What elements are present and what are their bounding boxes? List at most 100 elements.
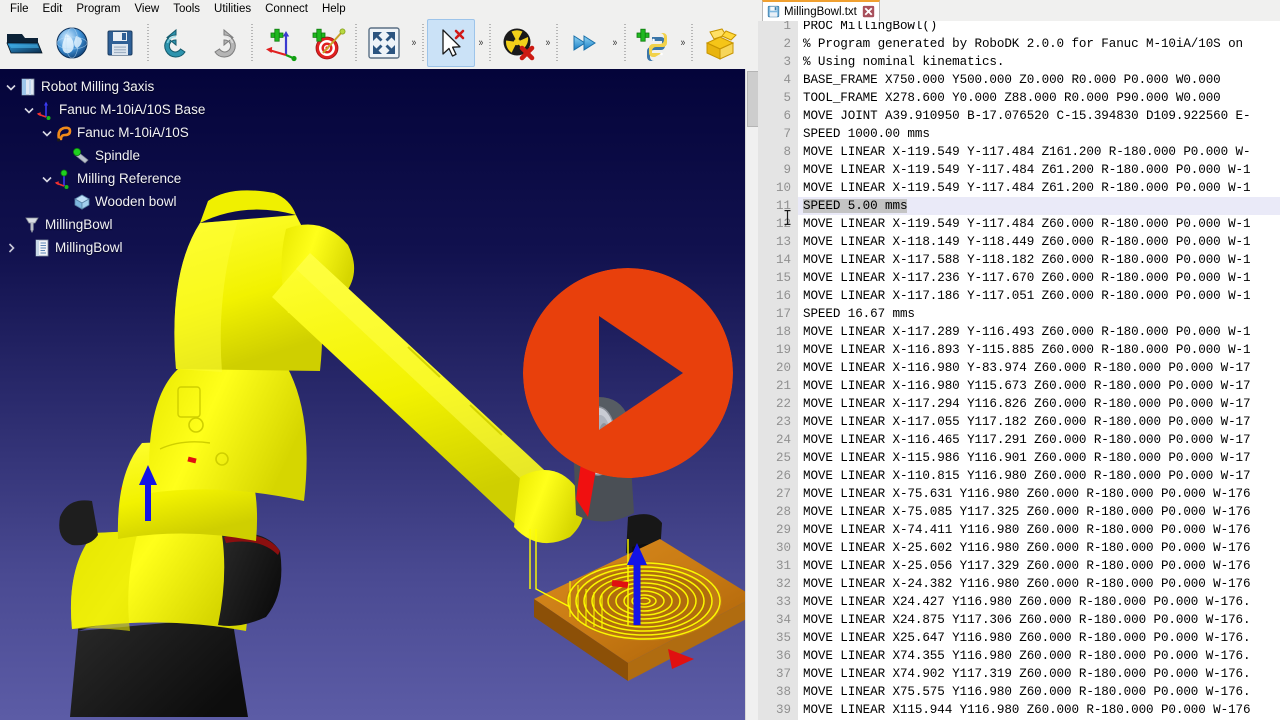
code-editor[interactable]: 1 2 3 4 5 6 7 8 9 10 11 12 13 14 15 16 17 18 19 20 21 22 23 24 2…: [758, 21, 1280, 720]
code-text-area[interactable]: PROC MillingBowl()% Program generated by…: [798, 21, 1280, 720]
toolbar-overflow-2[interactable]: »: [477, 37, 485, 49]
chevron-down-icon[interactable]: [40, 172, 54, 186]
add-target-icon: [312, 28, 346, 60]
code-line[interactable]: MOVE LINEAR X-119.549 Y-117.484 Z60.000 …: [803, 215, 1251, 233]
code-line[interactable]: MOVE LINEAR X-117.186 Y-117.051 Z60.000 …: [803, 287, 1251, 305]
fit-all-button[interactable]: [360, 19, 408, 67]
code-line[interactable]: MOVE LINEAR X75.575 Y116.980 Z60.000 R-1…: [803, 683, 1251, 701]
main-window-pane: File Edit Program View Tools Utilities C…: [0, 0, 761, 720]
code-line[interactable]: MOVE LINEAR X-116.465 Y117.291 Z60.000 R…: [803, 431, 1251, 449]
add-axes-icon: [266, 28, 297, 62]
yellow-package-icon: [705, 28, 737, 60]
editor-tab-millingbowl[interactable]: MillingBowl.txt: [762, 0, 880, 21]
line-number: 2: [783, 37, 791, 51]
code-line[interactable]: MOVE LINEAR X-117.588 Y-118.182 Z60.000 …: [803, 251, 1251, 269]
fit-screen-icon: [368, 27, 400, 59]
open-file-button[interactable]: [0, 19, 48, 67]
menu-file[interactable]: File: [3, 1, 36, 17]
menu-edit[interactable]: Edit: [36, 1, 70, 17]
code-line[interactable]: MOVE LINEAR X-118.149 Y-118.449 Z60.000 …: [803, 233, 1251, 251]
toolbar-overflow-3[interactable]: »: [544, 37, 552, 49]
fast-simulation-button[interactable]: [561, 19, 609, 67]
tree-item-robot-base[interactable]: Fanuc M-10iA/10S Base: [0, 98, 300, 121]
line-number: 9: [783, 163, 791, 177]
code-line[interactable]: MOVE LINEAR X-119.549 Y-117.484 Z61.200 …: [803, 179, 1251, 197]
tree-item-spindle[interactable]: Spindle: [0, 144, 300, 167]
code-line[interactable]: BASE_FRAME X750.000 Y500.000 Z0.000 R0.0…: [803, 71, 1221, 89]
code-line[interactable]: MOVE LINEAR X-75.085 Y117.325 Z60.000 R-…: [803, 503, 1251, 521]
line-number: 5: [783, 91, 791, 105]
code-line[interactable]: MOVE LINEAR X-117.055 Y117.182 Z60.000 R…: [803, 413, 1251, 431]
tree-item-label: Spindle: [95, 148, 141, 163]
code-line[interactable]: MOVE LINEAR X-25.056 Y117.329 Z60.000 R-…: [803, 557, 1251, 575]
menu-utilities[interactable]: Utilities: [207, 1, 258, 17]
code-line[interactable]: MOVE LINEAR X74.902 Y117.319 Z60.000 R-1…: [803, 665, 1251, 683]
menu-program[interactable]: Program: [69, 1, 127, 17]
menu-tools[interactable]: Tools: [166, 1, 207, 17]
code-line[interactable]: MOVE LINEAR X-116.980 Y115.673 Z60.000 R…: [803, 377, 1251, 395]
redo-button[interactable]: [200, 19, 248, 67]
undo-button[interactable]: [152, 19, 200, 67]
code-line[interactable]: PROC MillingBowl(): [803, 21, 937, 35]
code-line[interactable]: MOVE LINEAR X24.875 Y117.306 Z60.000 R-1…: [803, 611, 1251, 629]
code-line[interactable]: MOVE LINEAR X74.355 Y116.980 Z60.000 R-1…: [803, 647, 1251, 665]
toolbar-group-simulation: »: [561, 17, 620, 69]
open-folder-icon: [6, 34, 43, 54]
code-line[interactable]: MOVE LINEAR X-117.289 Y-116.493 Z60.000 …: [803, 323, 1251, 341]
tree-item-millingbowl-machining[interactable]: MillingBowl: [0, 213, 300, 236]
viewport-vertical-scrollbar[interactable]: [745, 69, 760, 720]
code-line[interactable]: MOVE LINEAR X-24.382 Y116.980 Z60.000 R-…: [803, 575, 1251, 593]
toolbar-group-view: »: [360, 17, 419, 69]
add-target-button[interactable]: [304, 19, 352, 67]
toolbar-overflow-5[interactable]: »: [678, 37, 686, 49]
code-line[interactable]: SPEED 5.00 mms: [803, 197, 908, 215]
chevron-right-icon[interactable]: [4, 241, 18, 255]
toolbar-overflow-1[interactable]: »: [409, 37, 417, 49]
code-line[interactable]: MOVE LINEAR X-115.986 Y116.901 Z60.000 R…: [803, 449, 1251, 467]
code-line[interactable]: SPEED 1000.00 mms: [803, 125, 930, 143]
chevron-down-icon[interactable]: [4, 80, 18, 94]
menu-connect[interactable]: Connect: [258, 1, 315, 17]
code-line[interactable]: MOVE LINEAR X-116.980 Y-83.974 Z60.000 R…: [803, 359, 1251, 377]
line-number: 3: [783, 55, 791, 69]
close-icon[interactable]: [862, 5, 875, 18]
code-line[interactable]: MOVE LINEAR X-119.549 Y-117.484 Z61.200 …: [803, 161, 1251, 179]
code-line[interactable]: SPEED 16.67 mms: [803, 305, 915, 323]
tree-item-station[interactable]: Robot Milling 3axis: [0, 75, 300, 98]
package-button[interactable]: [696, 19, 744, 67]
code-line[interactable]: TOOL_FRAME X278.600 Y0.000 Z88.000 R0.00…: [803, 89, 1221, 107]
code-line[interactable]: MOVE LINEAR X-117.294 Y116.826 Z60.000 R…: [803, 395, 1251, 413]
code-line[interactable]: MOVE JOINT A39.910950 B-17.076520 C-15.3…: [803, 107, 1251, 125]
menu-view[interactable]: View: [127, 1, 166, 17]
save-station-button[interactable]: [96, 19, 144, 67]
select-tool-button[interactable]: [427, 19, 476, 67]
line-number: 16: [775, 289, 791, 303]
open-online-library-button[interactable]: [48, 19, 96, 67]
menu-help[interactable]: Help: [315, 1, 353, 17]
tree-item-wooden-bowl[interactable]: Wooden bowl: [0, 190, 300, 213]
code-line[interactable]: MOVE LINEAR X25.647 Y116.980 Z60.000 R-1…: [803, 629, 1251, 647]
main-toolbar: » » » » »: [0, 17, 758, 69]
collision-check-off-button[interactable]: [494, 19, 542, 67]
code-line[interactable]: MOVE LINEAR X24.427 Y116.980 Z60.000 R-1…: [803, 593, 1251, 611]
chevron-down-icon[interactable]: [22, 103, 36, 117]
play-simulation-overlay-button[interactable]: [523, 268, 733, 478]
tree-item-milling-reference[interactable]: Milling Reference: [0, 167, 300, 190]
code-line[interactable]: MOVE LINEAR X-110.815 Y116.980 Z60.000 R…: [803, 467, 1251, 485]
code-line[interactable]: MOVE LINEAR X-75.631 Y116.980 Z60.000 R-…: [803, 485, 1251, 503]
tree-item-robot[interactable]: Fanuc M-10iA/10S: [0, 121, 300, 144]
code-line[interactable]: MOVE LINEAR X115.944 Y116.980 Z60.000 R-…: [803, 701, 1251, 719]
code-line[interactable]: % Using nominal kinematics.: [803, 53, 1004, 71]
add-reference-frame-button[interactable]: [256, 19, 304, 67]
chevron-down-icon[interactable]: [40, 126, 54, 140]
code-line[interactable]: MOVE LINEAR X-116.893 Y-115.885 Z60.000 …: [803, 341, 1251, 359]
code-line[interactable]: MOVE LINEAR X-117.236 Y-117.670 Z60.000 …: [803, 269, 1251, 287]
code-line[interactable]: % Program generated by RoboDK 2.0.0 for …: [803, 35, 1250, 53]
toolbar-overflow-4[interactable]: »: [611, 37, 619, 49]
code-line[interactable]: MOVE LINEAR X-119.549 Y-117.484 Z161.200…: [803, 143, 1251, 161]
toolbar-group-file: [0, 17, 144, 69]
code-line[interactable]: MOVE LINEAR X-74.411 Y116.980 Z60.000 R-…: [803, 521, 1251, 539]
add-python-program-button[interactable]: [629, 19, 677, 67]
tree-item-millingbowl-program[interactable]: MillingBowl: [0, 236, 300, 259]
code-line[interactable]: MOVE LINEAR X-25.602 Y116.980 Z60.000 R-…: [803, 539, 1251, 557]
